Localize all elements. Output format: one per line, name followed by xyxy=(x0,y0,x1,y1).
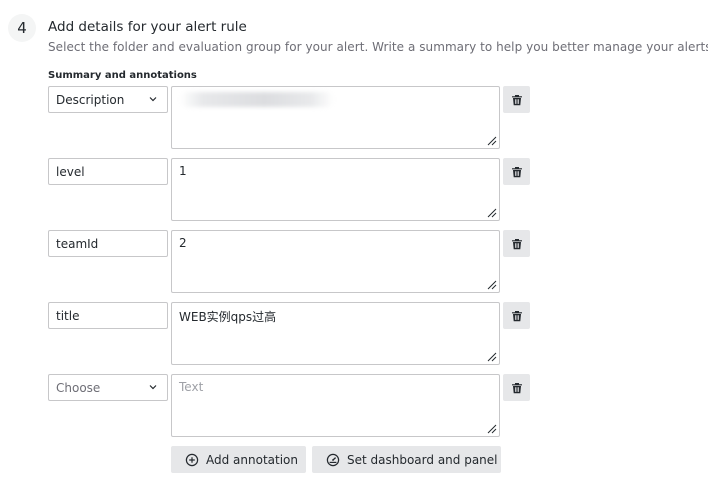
trash-icon xyxy=(511,166,522,177)
step-title: Add details for your alert rule xyxy=(48,19,247,35)
annotation-key-input[interactable]: teamId xyxy=(48,230,168,257)
resize-handle-icon[interactable] xyxy=(487,208,497,218)
plus-circle-icon xyxy=(185,453,199,467)
annotation-key-label: level xyxy=(56,164,85,179)
delete-annotation-button[interactable] xyxy=(503,374,530,401)
chevron-down-icon xyxy=(149,385,157,390)
resize-handle-icon[interactable] xyxy=(487,352,497,362)
step-number-badge: 4 xyxy=(8,14,36,42)
resize-handle-icon[interactable] xyxy=(487,280,497,290)
annotation-key-label: title xyxy=(56,308,80,323)
blurred-value xyxy=(180,92,334,107)
annotation-key-label: teamId xyxy=(56,236,99,251)
annotation-value-textarea[interactable]: 2 xyxy=(171,230,500,293)
step-description: Select the folder and evaluation group f… xyxy=(48,40,708,54)
trash-icon xyxy=(511,382,522,393)
annotation-value-text: 1 xyxy=(179,164,187,178)
resize-handle-icon[interactable] xyxy=(487,424,497,434)
annotation-value-textarea[interactable]: 1 xyxy=(171,158,500,221)
annotation-value-text: WEB实例qps过高 xyxy=(179,310,277,324)
delete-annotation-button[interactable] xyxy=(503,302,530,329)
trash-icon xyxy=(511,94,522,105)
trash-icon xyxy=(511,310,522,321)
annotation-row-description: Description xyxy=(48,86,538,150)
delete-annotation-button[interactable] xyxy=(503,86,530,113)
summary-annotations-label: Summary and annotations xyxy=(48,70,197,81)
add-annotation-label: Add annotation xyxy=(206,452,298,467)
annotation-value-textarea[interactable] xyxy=(171,86,500,149)
annotation-value-placeholder: Text xyxy=(179,380,204,394)
annotation-value-textarea[interactable]: Text xyxy=(171,374,500,437)
annotation-key-input[interactable]: title xyxy=(48,302,168,329)
annotation-row-teamid: teamId 2 xyxy=(48,230,538,294)
add-annotation-button[interactable]: Add annotation xyxy=(171,446,306,473)
annotation-row-new: Choose Text xyxy=(48,374,538,438)
annotation-key-input[interactable]: level xyxy=(48,158,168,185)
set-dashboard-label: Set dashboard and panel xyxy=(347,452,498,467)
annotation-key-select[interactable]: Choose xyxy=(48,374,168,401)
set-dashboard-panel-button[interactable]: Set dashboard and panel xyxy=(312,446,501,473)
trash-icon xyxy=(511,238,522,249)
annotation-row-level: level 1 xyxy=(48,158,538,222)
dashboard-gauge-icon xyxy=(326,453,340,467)
annotation-key-select[interactable]: Description xyxy=(48,86,168,113)
resize-handle-icon[interactable] xyxy=(487,136,497,146)
delete-annotation-button[interactable] xyxy=(503,158,530,185)
annotation-value-textarea[interactable]: WEB实例qps过高 xyxy=(171,302,500,365)
delete-annotation-button[interactable] xyxy=(503,230,530,257)
annotation-row-title: title WEB实例qps过高 xyxy=(48,302,538,366)
annotation-key-placeholder: Choose xyxy=(56,380,101,395)
annotation-key-label: Description xyxy=(56,92,125,107)
chevron-down-icon xyxy=(149,97,157,102)
annotation-value-text: 2 xyxy=(179,236,187,250)
